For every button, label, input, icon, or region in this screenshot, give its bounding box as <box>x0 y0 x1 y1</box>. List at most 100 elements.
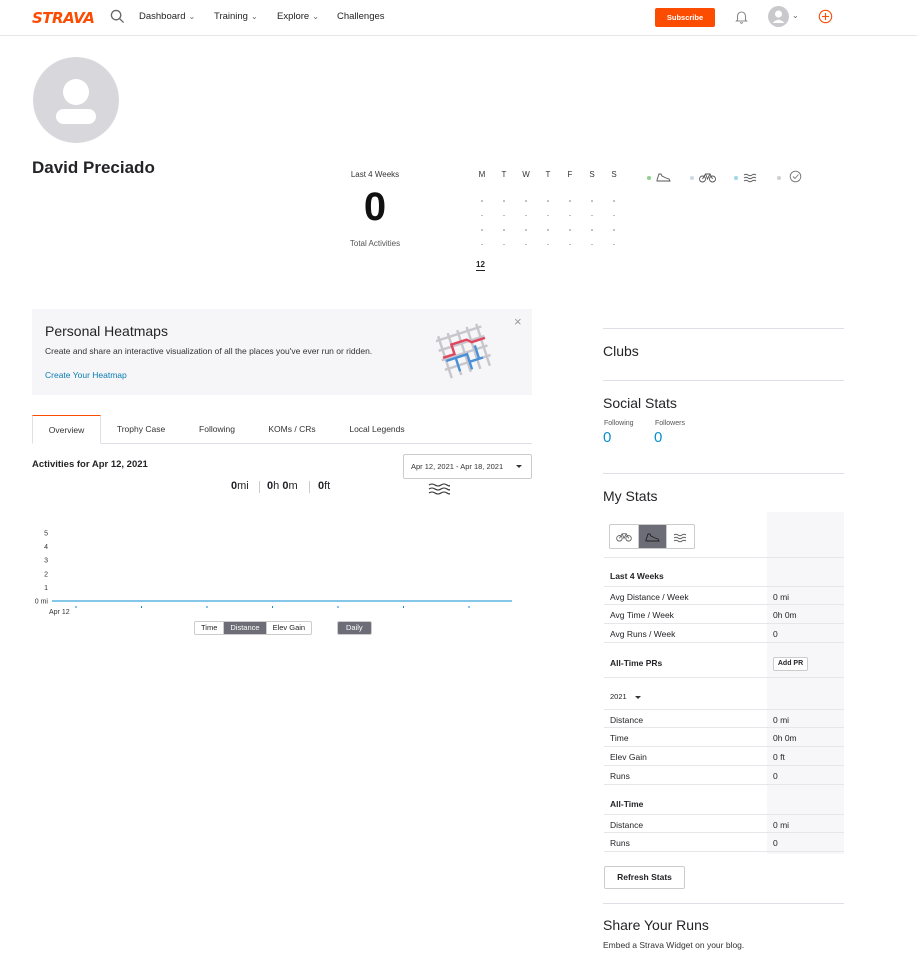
stat-row: Elev Gain 0 ft <box>604 747 844 766</box>
calendar-day-dot <box>569 214 571 216</box>
heatmap-illustration-icon <box>436 323 491 379</box>
tab-run[interactable] <box>637 525 666 548</box>
calendar-day-dot <box>481 243 483 245</box>
summary-elevation: 0ft <box>318 480 331 492</box>
followers-count[interactable]: 0 <box>654 429 662 446</box>
tab-swim[interactable] <box>665 525 694 548</box>
user-avatar[interactable] <box>768 6 789 27</box>
legend-dot <box>690 176 694 180</box>
nav-explore[interactable]: Explore ⌄ <box>277 11 319 22</box>
divider <box>603 903 844 904</box>
calendar-day-dot <box>613 243 615 245</box>
toggle-distance[interactable]: Distance <box>223 622 266 634</box>
y-tick-label: 2 <box>44 571 48 578</box>
chevron-down-icon: ⌄ <box>188 12 196 21</box>
summary-distance: 0mi <box>231 480 249 492</box>
nav-challenges[interactable]: Challenges <box>337 11 385 22</box>
share-runs-title: Share Your Runs <box>603 917 709 933</box>
run-shoe-icon <box>656 173 671 182</box>
calendar-day-dot <box>547 200 549 202</box>
other-activity-icon <box>789 170 802 183</box>
stats-value-column <box>767 512 844 854</box>
activities-title: Activities for Apr 12, 2021 <box>32 459 148 470</box>
nav-dashboard[interactable]: Dashboard ⌄ <box>139 11 195 22</box>
refresh-stats-button[interactable]: Refresh Stats <box>604 866 685 889</box>
stat-row: Distance 0 mi <box>604 814 844 833</box>
swim-icon[interactable] <box>428 482 450 497</box>
tab-koms-crs[interactable]: KOMs / CRs <box>257 415 327 444</box>
weekday-label: S <box>589 170 595 179</box>
bell-icon[interactable] <box>735 10 748 27</box>
weekday-label: S <box>611 170 617 179</box>
y-tick-label: 4 <box>44 544 48 551</box>
chevron-down-icon[interactable]: ⌄ <box>792 11 799 20</box>
stat-row: Avg Distance / Week 0 mi <box>604 586 844 605</box>
stat-row: Avg Runs / Week 0 <box>604 624 844 643</box>
social-stats-title: Social Stats <box>603 395 677 411</box>
calendar-day-dot <box>481 214 483 216</box>
tab-local-legends[interactable]: Local Legends <box>334 415 420 444</box>
divider <box>604 557 844 558</box>
toggle-daily[interactable]: Daily <box>338 622 371 634</box>
weekday-label: M <box>478 170 486 179</box>
tab-trophy-case[interactable]: Trophy Case <box>104 415 178 444</box>
legend-dot <box>647 176 651 180</box>
year-select[interactable]: 2021 <box>610 692 641 701</box>
legend-dot <box>734 176 738 180</box>
all-time-heading: All-Time <box>610 799 644 809</box>
calendar-day-dot <box>591 243 593 245</box>
y-tick-label: 3 <box>44 558 48 565</box>
swim-icon <box>743 173 757 183</box>
weekday-label: T <box>545 170 551 179</box>
total-activities-label: Total Activities <box>349 239 401 248</box>
top-navigation-bar: STRAVA Dashboard ⌄ Training ⌄ Explore ⌄ Cha… <box>0 0 917 36</box>
upload-plus-icon[interactable] <box>818 9 833 27</box>
stat-row: Runs 0 <box>604 833 844 852</box>
chevron-down-icon: ⌄ <box>250 12 258 21</box>
divider <box>259 481 260 493</box>
tab-overview[interactable]: Overview <box>32 415 101 444</box>
following-count[interactable]: 0 <box>603 429 611 446</box>
divider <box>603 328 844 329</box>
calendar-day-dot <box>481 200 483 202</box>
summary-time: 0h 0m <box>267 480 298 492</box>
profile-tabs: Overview Trophy Case Following KOMs / CR… <box>32 415 532 444</box>
weekday-label: F <box>567 170 573 179</box>
divider <box>604 677 844 678</box>
share-runs-description: Embed a Strava Widget on your blog. <box>603 940 745 950</box>
create-heatmap-link[interactable]: Create Your Heatmap <box>45 370 127 380</box>
nav-training[interactable]: Training ⌄ <box>214 11 258 22</box>
calendar-day-dot <box>547 214 549 216</box>
strava-logo[interactable]: STRAVA <box>32 9 95 27</box>
athlete-name: David Preciado <box>32 158 155 177</box>
toggle-elev-gain[interactable]: Elev Gain <box>265 622 312 634</box>
bike-icon <box>699 173 716 183</box>
stat-row: Distance 0 mi <box>604 709 844 728</box>
clubs-title: Clubs <box>603 343 639 359</box>
weekday-label: T <box>501 170 507 179</box>
tab-ride[interactable] <box>610 525 638 548</box>
calendar-day-dot <box>591 200 593 202</box>
calendar-day-dot <box>569 243 571 245</box>
y-tick-label: 0 mi <box>35 599 49 606</box>
add-pr-button[interactable]: Add PR <box>773 657 808 671</box>
divider <box>603 473 844 474</box>
search-icon[interactable] <box>110 9 126 25</box>
tab-following[interactable]: Following <box>182 415 252 444</box>
stat-row: Runs 0 <box>604 766 844 785</box>
heatmap-description: Create and share an interactive visualiz… <box>45 346 373 356</box>
subscribe-button[interactable]: Subscribe <box>655 8 715 27</box>
calendar-day-dot <box>547 229 549 231</box>
close-icon[interactable]: × <box>514 315 522 328</box>
calendar-day-dot <box>613 200 615 202</box>
calendar-day-dot <box>591 214 593 216</box>
calendar-week-date[interactable]: 12 <box>476 260 485 271</box>
date-range-select[interactable]: Apr 12, 2021 - Apr 18, 2021 <box>403 454 532 479</box>
calendar-day-dot <box>591 229 593 231</box>
calendar-day-dot <box>569 229 571 231</box>
calendar-day-dot <box>547 243 549 245</box>
toggle-time[interactable]: Time <box>195 622 224 634</box>
calendar-day-dot <box>481 229 483 231</box>
legend-dot <box>777 176 781 180</box>
y-tick-label: 5 <box>44 531 48 538</box>
